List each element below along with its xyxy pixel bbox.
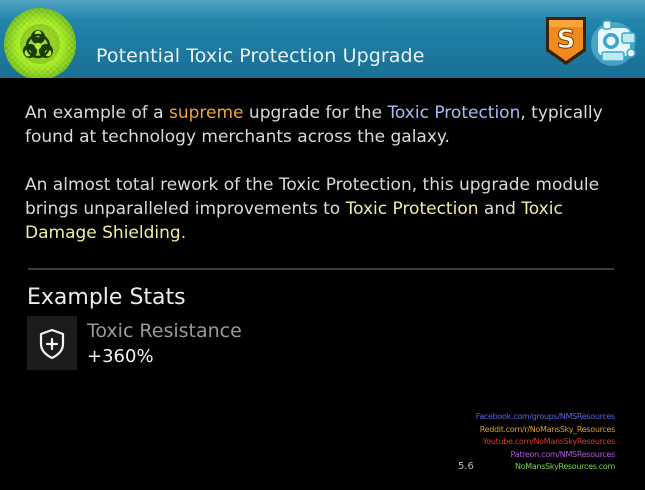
credit-facebook: Facebook.com/groups/NMSResources: [475, 412, 616, 421]
technology-link[interactable]: Toxic Protection: [387, 103, 520, 123]
section-divider: [28, 268, 614, 270]
description-paragraph-1: An example of a supreme upgrade for the …: [25, 101, 625, 149]
description-paragraph-2: An almost total rework of the Toxic Prot…: [25, 173, 625, 245]
biohazard-icon: [4, 8, 76, 78]
credit-patreon: Patreon.com/NMSResources: [510, 449, 616, 459]
credits-watermark: Facebook.com/groups/NMSResources Reddit.…: [475, 411, 616, 474]
header-banner: Potential Toxic Protection Upgrade S: [0, 0, 645, 78]
description-text: upgrade for the: [243, 103, 388, 123]
class-letter: S: [557, 25, 576, 55]
class-badge-icon: S: [546, 17, 586, 65]
class-word: supreme: [169, 103, 244, 123]
stat-highlight: Toxic Protection: [345, 199, 479, 219]
stat-name: Toxic Resistance: [87, 320, 242, 342]
stat-value: +360%: [87, 346, 154, 367]
credit-youtube: Youtube.com/NoMansSkyResources: [482, 437, 616, 446]
stats-heading: Example Stats: [27, 285, 186, 310]
shield-plus-icon: [39, 328, 65, 360]
description-text: An example of a: [25, 103, 169, 123]
description-text: .: [180, 223, 187, 243]
robot-icon: [591, 20, 636, 66]
description-text: and: [478, 199, 522, 219]
version-label: 5.6: [458, 461, 474, 472]
item-title: Potential Toxic Protection Upgrade: [96, 45, 425, 67]
credit-reddit: Reddit.com/r/NoMansSky_Resources: [479, 424, 616, 434]
credit-website: NoMansSkyResources.com: [515, 462, 615, 471]
stat-icon-tile: [27, 316, 77, 370]
